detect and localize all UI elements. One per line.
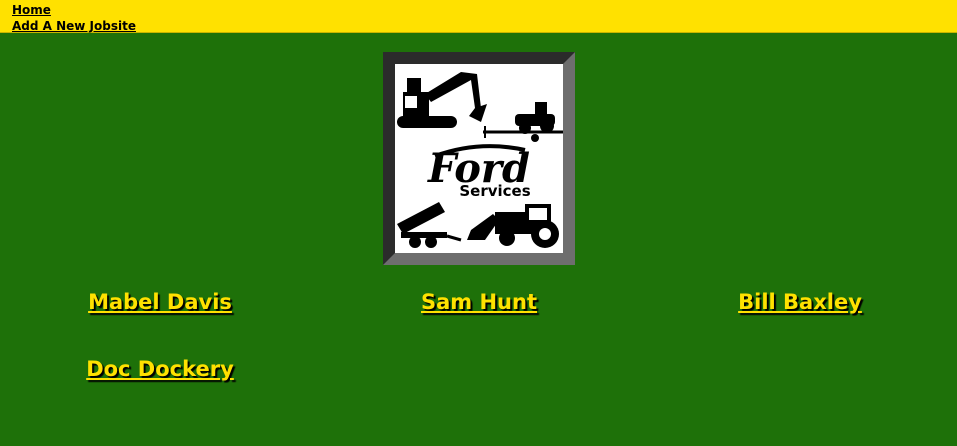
person-link-bill-baxley[interactable]: Bill Baxley [738, 290, 862, 314]
tractor-icon [467, 204, 559, 248]
person-link-doc-dockery[interactable]: Doc Dockery [86, 357, 234, 381]
nav-home-link[interactable]: Home [12, 3, 51, 17]
dump-trailer-icon [397, 202, 462, 248]
mower-trailer-icon [483, 102, 563, 142]
nav-add-jobsite-link[interactable]: Add A New Jobsite [12, 19, 136, 33]
person-link-sam-hunt[interactable]: Sam Hunt [421, 290, 537, 314]
top-nav-bar: Home Add A New Jobsite [0, 0, 957, 33]
excavator-icon [397, 72, 487, 128]
logo-tagline-text: Services [459, 182, 530, 200]
person-link-mabel-davis[interactable]: Mabel Davis [88, 290, 232, 314]
logo-artwork: Ford Services [397, 72, 563, 248]
company-logo: Ford Services [383, 52, 575, 265]
